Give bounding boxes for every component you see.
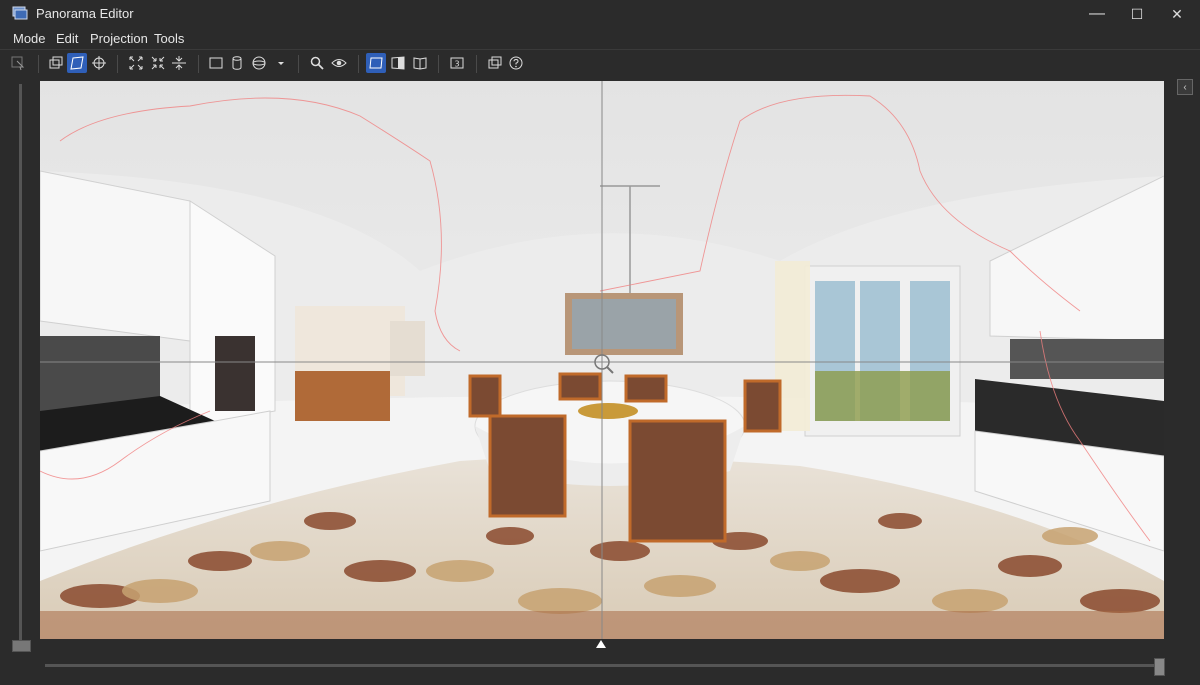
drag-mode-button[interactable] — [67, 53, 87, 73]
toolbar-separator — [198, 55, 199, 73]
number-box-label: 3 — [454, 60, 459, 69]
layers-icon — [49, 56, 63, 69]
chevron-left-icon: ‹ — [1183, 81, 1187, 93]
menu-bar: Mode Edit Projection Tools — [0, 28, 1200, 49]
cylinder-icon — [232, 56, 242, 70]
rectangle-projection-button[interactable] — [206, 53, 226, 73]
layers-button[interactable] — [46, 53, 66, 73]
menu-tools[interactable]: Tools — [154, 31, 184, 46]
toolbar-separator — [476, 55, 477, 73]
menu-edit[interactable]: Edit — [56, 31, 78, 46]
select-tool-button[interactable] — [8, 53, 28, 73]
rectangle-icon — [209, 57, 223, 69]
crosshair-icon — [92, 56, 106, 70]
toolbar: 3 — [0, 49, 1200, 78]
view-split-button[interactable] — [388, 53, 408, 73]
fit-height-button[interactable] — [148, 53, 168, 73]
eye-icon — [331, 59, 347, 67]
vertical-compress-icon — [172, 56, 186, 70]
select-cursor-icon — [11, 56, 25, 71]
expand-icon — [129, 56, 143, 70]
view-book-button[interactable] — [410, 53, 430, 73]
panorama-image — [40, 81, 1164, 639]
frame-icon — [369, 57, 383, 69]
collapse-panel-button[interactable]: ‹ — [1177, 79, 1193, 95]
app-icon — [12, 5, 28, 21]
toolbar-separator — [117, 55, 118, 73]
sphere-icon — [252, 56, 266, 70]
parallelogram-icon — [70, 56, 84, 70]
toolbar-separator — [298, 55, 299, 73]
vertical-slider-track[interactable] — [19, 84, 22, 640]
vertical-slider-handle[interactable] — [12, 640, 31, 652]
title-bar: Panorama Editor — ☐ ✕ — [0, 0, 1200, 28]
fit-button[interactable] — [126, 53, 146, 73]
help-icon — [509, 56, 523, 70]
windows-button[interactable] — [485, 53, 505, 73]
toolbar-separator — [38, 55, 39, 73]
view-normal-button[interactable] — [366, 53, 386, 73]
window-title: Panorama Editor — [36, 6, 134, 21]
horizontal-slider-handle[interactable] — [1154, 658, 1165, 676]
cylinder-projection-button[interactable] — [227, 53, 247, 73]
close-button[interactable]: ✕ — [1154, 0, 1200, 28]
panorama-canvas[interactable] — [40, 81, 1164, 639]
windows-icon — [488, 56, 502, 69]
preview-button[interactable] — [329, 53, 349, 73]
help-button[interactable] — [506, 53, 526, 73]
book-icon — [413, 57, 427, 70]
toolbar-separator — [358, 55, 359, 73]
center-marker-icon — [596, 640, 606, 648]
menu-projection[interactable]: Projection — [90, 31, 148, 46]
center-button[interactable] — [89, 53, 109, 73]
horizontal-slider-track[interactable] — [45, 664, 1155, 667]
zoom-button[interactable] — [307, 53, 327, 73]
dropdown-arrow-icon — [278, 62, 284, 65]
toolbar-separator — [438, 55, 439, 73]
projection-dropdown[interactable] — [271, 53, 291, 73]
menu-mode[interactable]: Mode — [13, 31, 46, 46]
numbered-button[interactable]: 3 — [447, 53, 467, 73]
sphere-projection-button[interactable] — [249, 53, 269, 73]
number-box-icon: 3 — [450, 57, 464, 69]
straighten-button[interactable] — [169, 53, 189, 73]
magnifier-icon — [310, 56, 324, 70]
split-view-icon — [391, 56, 405, 70]
compress-icon — [151, 56, 165, 70]
